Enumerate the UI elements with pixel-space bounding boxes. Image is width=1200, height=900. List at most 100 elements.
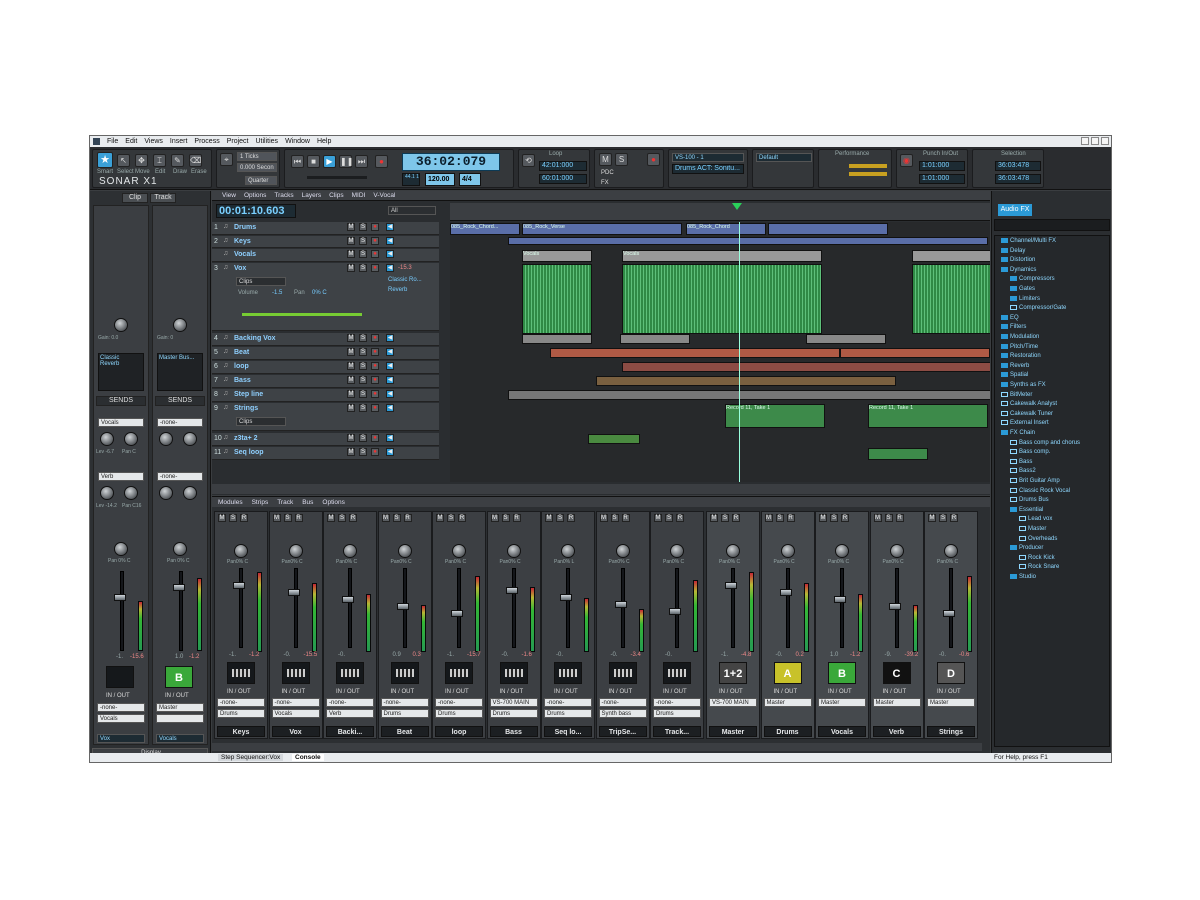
pan-knob[interactable] [343,544,357,558]
browser-item[interactable]: Master [1019,526,1046,535]
track-header[interactable]: 6 ♫ loop M S ● ◀ [212,361,439,374]
menu-edit[interactable]: Edit [125,138,137,145]
browser-item[interactable]: Cakewalk Tuner [1001,410,1053,420]
menu-modules[interactable]: Modules [218,499,243,506]
browser-item[interactable]: BitMeter [1001,391,1032,401]
mute-button[interactable]: M [436,514,444,522]
input-echo-button[interactable]: ◀ [386,434,394,442]
browser-item[interactable]: Bass comp and chorus [1010,439,1080,449]
send1-level-knob[interactable] [100,432,114,446]
menu-v-vocal[interactable]: V-Vocal [373,192,395,199]
strip-name[interactable]: Beat [380,726,429,737]
strip-name[interactable]: Bass [489,726,538,737]
mute-button[interactable]: M [347,390,355,398]
arm-button[interactable]: ● [371,404,379,412]
mute-button[interactable]: M [710,514,718,522]
now-time-display[interactable]: 00:01:10.603 [216,204,296,218]
arm-button[interactable]: R [512,514,521,522]
track-header[interactable]: 10 ♫ z3ta+ 2 M S ● ◀ [212,433,439,446]
clip[interactable]: Vocals [622,250,822,262]
input-select[interactable]: -none- [326,698,374,707]
input-select[interactable]: -none- [97,703,145,712]
output-select[interactable]: Master [927,698,975,707]
select-tool-icon[interactable]: ↖ [117,154,130,167]
browser-item[interactable]: External Insert [1001,420,1049,429]
track-name[interactable]: loop [234,363,249,370]
strip-name[interactable]: Vocals [156,734,204,743]
input-select[interactable]: -none- [217,698,265,707]
track-header[interactable]: ♫ Vocals M S ● ◀ [212,249,439,262]
clip[interactable] [550,348,840,358]
send2-level-knob[interactable] [159,486,173,500]
input-echo-button[interactable]: ◀ [386,334,394,342]
clip[interactable] [912,264,990,334]
arm-button[interactable]: ● [371,223,379,231]
solo-button[interactable]: S [359,434,367,442]
track-header[interactable]: 7 ♫ Bass M S ● ◀ [212,375,439,388]
clip[interactable] [868,448,928,460]
browser-item[interactable]: Drums Bus [1010,497,1049,506]
tempo[interactable]: 120.00 [425,173,455,186]
time-signature[interactable]: 4/4 [459,173,481,186]
clip[interactable] [806,334,886,344]
mute-all-button[interactable]: M [599,153,612,166]
solo-button[interactable]: S [501,514,510,522]
play-icon[interactable]: ▶ [323,155,336,168]
menu-midi[interactable]: MIDI [352,192,366,199]
output-select[interactable]: Drums [217,709,265,718]
input-select[interactable]: VS-700 MAIN [489,698,538,707]
pan-knob[interactable] [561,544,575,558]
mute-button[interactable]: M [545,514,553,522]
mute-button[interactable]: M [272,514,281,522]
solo-button[interactable]: S [359,362,367,370]
input-echo-button[interactable]: ◀ [386,404,394,412]
loop-end[interactable]: 60:01:000 [539,174,587,184]
output-select[interactable]: Drums [380,709,429,718]
track-header[interactable]: 9 ♫ Strings M S ● ◀ Clips [212,403,439,431]
strip-name[interactable]: Vox [97,734,145,743]
volume-fader-cap[interactable] [943,610,955,617]
volume-fader-cap[interactable] [669,608,681,615]
browser-item[interactable]: Distortion [1001,257,1035,266]
snap-seconds[interactable]: 0.000 Secon [237,163,277,172]
mute-button[interactable]: M [928,514,936,522]
clips-select[interactable]: Clips [236,277,286,286]
erase-tool-icon[interactable]: ⌫ [189,154,202,167]
volume-fader-cap[interactable] [173,584,185,591]
arm-button[interactable]: R [349,514,357,522]
fx-item[interactable]: Reverb [388,287,407,293]
loop-icon[interactable]: ⟲ [522,154,535,167]
clip[interactable]: Record 11, Take 1 [868,404,988,428]
browser-item[interactable]: Producer [1010,545,1043,554]
mute-button[interactable]: M [654,514,662,522]
track-header[interactable]: 5 ♫ Beat M S ● ◀ [212,347,439,360]
mute-button[interactable]: M [347,404,355,412]
output-select[interactable]: Master [763,698,812,707]
send2-select[interactable]: Verb [98,472,144,481]
strip-name[interactable]: Track... [653,726,701,737]
menu-clips[interactable]: Clips [329,192,343,199]
pan-knob[interactable] [726,544,740,558]
browser-item[interactable]: Restoration [1001,353,1041,362]
volume-fader-track[interactable] [348,568,352,648]
track-header[interactable]: 1 ♫ Drums M S ● ◀ [212,222,439,235]
clip[interactable] [508,237,988,245]
solo-button[interactable]: S [359,376,367,384]
arm-button[interactable]: R [458,514,466,522]
arm-button[interactable]: ● [371,348,379,356]
solo-all-button[interactable]: S [615,153,628,166]
strip-name[interactable]: Verb [872,726,921,737]
volume-fader-track[interactable] [566,568,570,648]
track-name[interactable]: Beat [234,349,249,356]
browser-item[interactable]: Bass2 [1010,468,1036,477]
volume-fader-cap[interactable] [834,596,846,603]
volume-fader-track[interactable] [179,571,183,651]
volume-fader-cap[interactable] [233,582,245,589]
screenset-select[interactable]: Default [756,153,812,162]
track-header[interactable]: 11 ♫ Seq loop M S ● ◀ [212,447,439,460]
maximize-button[interactable] [1091,137,1099,145]
browser-item[interactable]: Filters [1001,324,1026,333]
minimize-button[interactable] [1081,137,1089,145]
browser-item[interactable]: Reverb [1001,362,1029,372]
arm-button[interactable]: ● [371,250,379,258]
